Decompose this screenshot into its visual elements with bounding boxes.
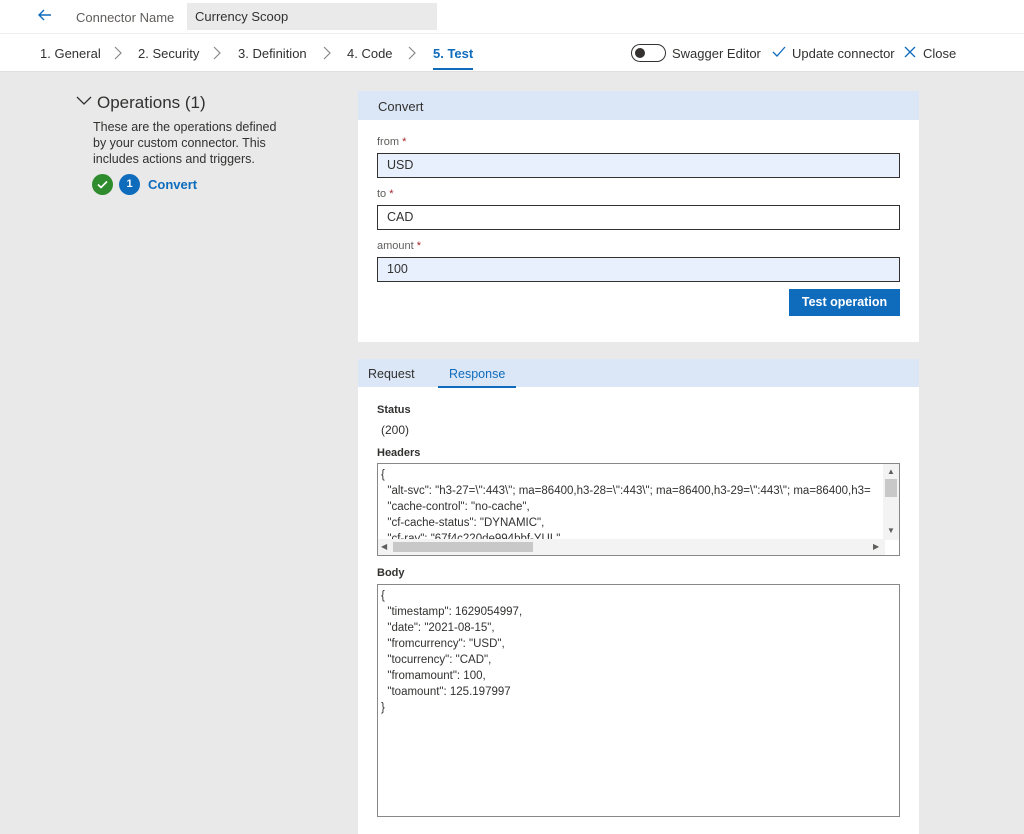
- step-test[interactable]: 5. Test: [433, 46, 474, 70]
- chevron-right-icon: [323, 46, 331, 60]
- body-line: "timestamp": 1629054997,: [381, 606, 523, 618]
- test-operation-button[interactable]: Test operation: [789, 289, 900, 316]
- body-line: "fromamount": 100,: [381, 670, 486, 682]
- body-line: "fromcurrency": "USD",: [381, 638, 505, 650]
- connector-name-label: Connector Name: [76, 10, 175, 25]
- step-definition[interactable]: 3. Definition: [238, 46, 307, 61]
- swagger-editor-toggle[interactable]: [631, 44, 666, 62]
- tabs-header: Request Response: [358, 359, 919, 388]
- body-line: "date": "2021-08-15",: [381, 622, 495, 634]
- back-arrow-icon[interactable]: [36, 6, 56, 26]
- headers-line: "cf-cache-status": "DYNAMIC",: [381, 517, 545, 529]
- scrollbar-thumb[interactable]: [393, 542, 533, 552]
- body-line: {: [381, 590, 385, 602]
- body-line: "tocurrency": "CAD",: [381, 654, 492, 666]
- headers-textarea[interactable]: { "alt-svc": "h3-27=\":443\"; ma=86400,h…: [377, 463, 900, 556]
- horizontal-scrollbar[interactable]: ◀ ▶: [378, 539, 885, 555]
- amount-input[interactable]: 100: [377, 257, 900, 282]
- scroll-left-icon[interactable]: ◀: [381, 542, 387, 552]
- response-card: Request Response Status (200) Headers { …: [358, 359, 919, 834]
- body-label: Body: [377, 567, 405, 579]
- amount-field-label: amount *: [377, 240, 422, 252]
- tab-request[interactable]: Request: [368, 367, 415, 381]
- top-bar: Connector Name Currency Scoop: [0, 0, 1024, 34]
- status-value: (200): [381, 423, 410, 437]
- body-line: "toamount": 125.197997: [381, 686, 511, 698]
- headers-label: Headers: [377, 447, 421, 459]
- close-icon: [903, 45, 917, 59]
- step-security[interactable]: 2. Security: [138, 46, 199, 61]
- chevron-right-icon: [114, 46, 122, 60]
- from-input[interactable]: USD: [377, 153, 900, 178]
- scrollbar-thumb[interactable]: [885, 479, 897, 497]
- from-field-label: from *: [377, 136, 407, 148]
- operations-description: These are the operations defined by your…: [93, 120, 277, 166]
- card-title: Convert: [378, 99, 424, 114]
- body-line: }: [381, 702, 385, 714]
- chevron-right-icon: [213, 46, 221, 60]
- swagger-editor-label[interactable]: Swagger Editor: [672, 46, 761, 61]
- scroll-up-icon[interactable]: ▲: [887, 467, 895, 477]
- step-code[interactable]: 4. Code: [347, 46, 393, 61]
- vertical-scrollbar[interactable]: ▲ ▼: [883, 464, 899, 540]
- scroll-right-icon[interactable]: ▶: [873, 542, 879, 552]
- headers-line: {: [381, 469, 385, 481]
- chevron-right-icon: [408, 46, 416, 60]
- toggle-knob: [635, 48, 645, 58]
- operation-number-badge: 1: [119, 174, 140, 195]
- operations-title: Operations (1): [97, 93, 206, 112]
- connector-name-input[interactable]: Currency Scoop: [187, 3, 437, 30]
- headers-line: "cache-control": "no-cache",: [381, 501, 530, 513]
- to-input[interactable]: CAD: [377, 205, 900, 230]
- update-connector-button[interactable]: Update connector: [792, 46, 895, 61]
- checkmark-icon: [772, 45, 786, 59]
- status-label: Status: [377, 404, 411, 416]
- convert-operation-card: Convert from * USD to * CAD amount * 100…: [358, 91, 919, 342]
- headers-content: { "alt-svc": "h3-27=\":443\"; ma=86400,h…: [378, 464, 899, 547]
- card-header: Convert: [358, 91, 919, 120]
- to-field-label: to *: [377, 188, 394, 200]
- body-content: { "timestamp": 1629054997, "date": "2021…: [378, 585, 899, 716]
- headers-line: "alt-svc": "h3-27=\":443\"; ma=86400,h3-…: [381, 485, 871, 497]
- scroll-down-icon[interactable]: ▼: [887, 526, 895, 536]
- success-check-icon: [92, 174, 113, 195]
- close-button[interactable]: Close: [923, 46, 956, 61]
- body-textarea[interactable]: { "timestamp": 1629054997, "date": "2021…: [377, 584, 900, 817]
- chevron-down-icon[interactable]: [76, 94, 92, 105]
- step-general[interactable]: 1. General: [40, 46, 101, 61]
- operation-convert-link[interactable]: Convert: [148, 177, 197, 192]
- tab-response[interactable]: Response: [437, 367, 517, 388]
